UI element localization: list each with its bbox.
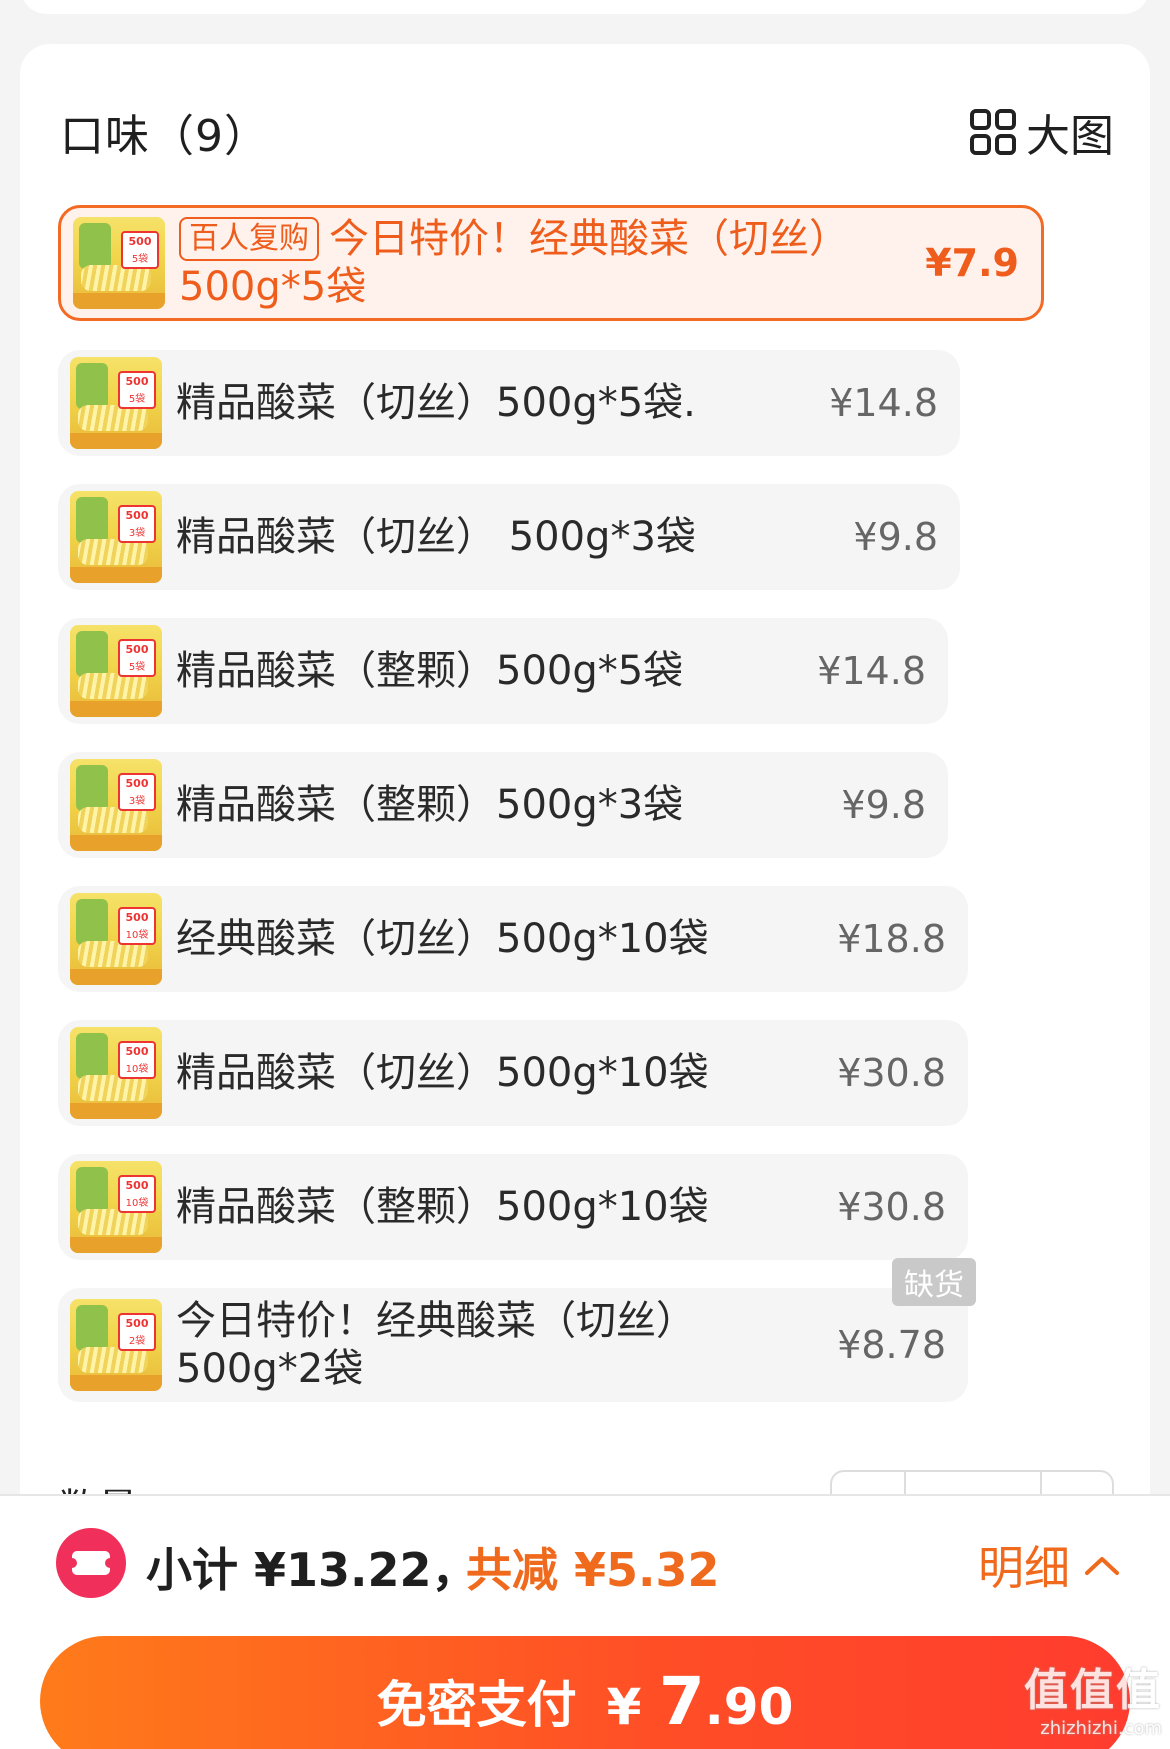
flavor-option-label: 精品酸菜（切丝）500g*5袋. xyxy=(176,380,696,426)
subtotal-text: 小计 ¥13.22， xyxy=(146,1543,478,1597)
product-thumbnail: 500 5袋 xyxy=(73,217,165,309)
pay-amount: ¥ 7.90 xyxy=(606,1662,794,1740)
flavor-section-title: 口味（9） xyxy=(60,111,269,162)
flavor-option[interactable]: 500 3袋 精品酸菜（整颗）500g*3袋 ¥9.8 xyxy=(58,752,948,858)
previous-card-edge xyxy=(20,0,1150,14)
flavor-option-label: 精品酸菜（整颗）500g*3袋 xyxy=(176,782,684,828)
product-thumbnail: 500 10袋 xyxy=(70,893,162,985)
flavor-option[interactable]: 500 10袋 精品酸菜（切丝）500g*10袋 ¥30.8 xyxy=(58,1020,968,1126)
flavor-option-selected[interactable]: 500 5袋 百人复购 今日特价！经典酸菜（切丝）500g*5袋 ¥7.9 xyxy=(58,205,1044,321)
flavor-option-price: ¥9.8 xyxy=(841,783,926,827)
flavor-option-label: 精品酸菜（切丝） 500g*3袋 xyxy=(176,514,696,560)
flavor-option-price: ¥30.8 xyxy=(837,1051,946,1095)
pay-button[interactable]: 免密支付 ¥ 7.90 xyxy=(40,1636,1130,1749)
flavor-option[interactable]: 500 10袋 精品酸菜（整颗）500g*10袋 ¥30.8 xyxy=(58,1154,968,1260)
checkout-bar: 小计 ¥13.22， 共减 ¥5.32 明细 免密支付 ¥ 7.90 值值值 z… xyxy=(0,1494,1170,1749)
flavor-option-price: ¥30.8 xyxy=(837,1185,946,1229)
flavor-option-label: 百人复购 今日特价！经典酸菜（切丝）500g*5袋 xyxy=(179,216,849,310)
product-thumbnail: 500 3袋 xyxy=(70,491,162,583)
flavor-option-price: ¥14.8 xyxy=(829,381,938,425)
big-view-toggle[interactable]: 大图 xyxy=(970,100,1114,164)
flavor-option-price: ¥18.8 xyxy=(837,917,946,961)
product-thumbnail: 500 10袋 xyxy=(70,1161,162,1253)
flavor-option-price: ¥7.9 xyxy=(925,241,1019,285)
flavor-option-label: 经典酸菜（切丝）500g*10袋 xyxy=(176,916,709,962)
flavor-option[interactable]: 500 5袋 精品酸菜（切丝）500g*5袋. ¥14.8 xyxy=(58,350,960,456)
product-thumbnail: 500 10袋 xyxy=(70,1027,162,1119)
product-thumbnail: 500 3袋 xyxy=(70,759,162,851)
coupon-icon xyxy=(56,1528,126,1598)
flavor-option[interactable]: 500 5袋 精品酸菜（整颗）500g*5袋 ¥14.8 xyxy=(58,618,948,724)
discount-text: 共减 ¥5.32 xyxy=(466,1543,720,1597)
product-thumbnail: 500 5袋 xyxy=(70,357,162,449)
site-watermark: 值值值 zhizhizhi.com xyxy=(1024,1665,1162,1739)
flavor-option[interactable]: 500 3袋 精品酸菜（切丝） 500g*3袋 ¥9.8 xyxy=(58,484,960,590)
flavor-option-price: ¥9.8 xyxy=(853,515,938,559)
flavor-option[interactable]: 500 10袋 经典酸菜（切丝）500g*10袋 ¥18.8 xyxy=(58,886,968,992)
detail-toggle[interactable]: 明细 xyxy=(978,1532,1120,1598)
chevron-up-icon xyxy=(1085,1557,1119,1575)
pay-label: 免密支付 xyxy=(376,1676,577,1734)
product-thumbnail: 500 2袋 xyxy=(70,1299,162,1391)
flavor-option-label: 精品酸菜（切丝）500g*10袋 xyxy=(176,1050,709,1096)
flavor-option-price: ¥14.8 xyxy=(817,649,926,693)
flavor-option-label: 精品酸菜（整颗）500g*10袋 xyxy=(176,1184,709,1230)
flavor-option[interactable]: 500 2袋 今日特价！经典酸菜（切丝）500g*2袋 ¥8.78 xyxy=(58,1288,968,1402)
flavor-option-label: 精品酸菜（整颗）500g*5袋 xyxy=(176,648,684,694)
out-of-stock-badge: 缺货 xyxy=(892,1258,976,1306)
detail-label: 明细 xyxy=(978,1541,1070,1595)
big-view-label: 大图 xyxy=(1026,111,1114,162)
product-thumbnail: 500 5袋 xyxy=(70,625,162,717)
flavor-option-label: 今日特价！经典酸菜（切丝）500g*2袋 xyxy=(176,1298,696,1392)
flavor-option-price: ¥8.78 xyxy=(837,1323,946,1367)
repurchase-tag: 百人复购 xyxy=(179,217,319,261)
grid-view-icon xyxy=(970,109,1016,155)
